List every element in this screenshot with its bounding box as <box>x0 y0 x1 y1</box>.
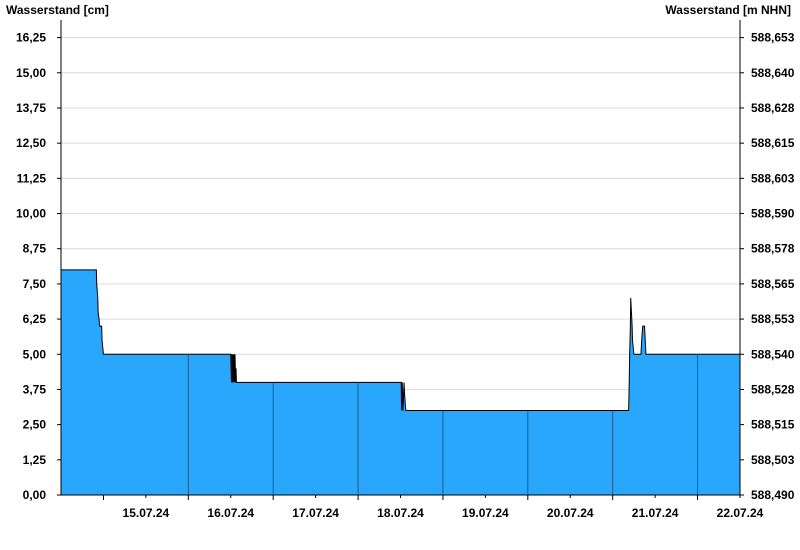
right-tick-label: 588,590 <box>751 207 795 221</box>
left-axis-title: Wasserstand [cm] <box>6 3 109 17</box>
x-tick-label: 20.07.24 <box>547 506 594 520</box>
right-tick-label: 588,528 <box>751 382 795 396</box>
left-tick-label: 7,50 <box>23 277 47 291</box>
x-tick-label: 16.07.24 <box>207 506 254 520</box>
right-y-ticks: 588,490 588,503 588,515 588,528 588,540 588,5… <box>740 31 795 502</box>
water-level-chart: 0,00 1,25 2,50 3,75 5,00 6,25 7,50 8,75 10,00 11,… <box>6 3 795 520</box>
right-tick-label: 588,653 <box>751 31 795 45</box>
x-tick-label: 21.07.24 <box>632 506 679 520</box>
right-tick-label: 588,490 <box>751 488 795 502</box>
right-tick-label: 588,640 <box>751 66 795 80</box>
x-tick-label: 17.07.24 <box>292 506 339 520</box>
x-tick-label: 19.07.24 <box>462 506 509 520</box>
x-ticks: 15.07.24 16.07.24 17.07.24 18.07.24 19.07.24… <box>102 495 764 520</box>
right-tick-label: 588,603 <box>751 171 795 185</box>
right-tick-label: 588,540 <box>751 347 795 361</box>
right-tick-label: 588,515 <box>751 418 795 432</box>
right-tick-label: 588,565 <box>751 277 795 291</box>
left-tick-label: 16,25 <box>16 31 46 45</box>
water-level-series <box>61 269 740 495</box>
left-tick-label: 5,00 <box>23 347 47 361</box>
right-axis-title: Wasserstand [m NHN] <box>665 3 791 17</box>
left-tick-label: 15,00 <box>16 66 46 80</box>
left-tick-label: 1,25 <box>23 453 47 467</box>
right-tick-label: 588,553 <box>751 312 795 326</box>
left-tick-label: 6,25 <box>23 312 47 326</box>
left-tick-label: 3,75 <box>23 382 47 396</box>
left-tick-label: 10,00 <box>16 207 46 221</box>
right-tick-label: 588,615 <box>751 136 795 150</box>
right-tick-label: 588,578 <box>751 242 795 256</box>
x-tick-label: 22.07.24 <box>717 506 764 520</box>
right-tick-label: 588,503 <box>751 453 795 467</box>
left-tick-label: 11,25 <box>17 171 47 185</box>
x-tick-label: 18.07.24 <box>377 506 424 520</box>
right-tick-label: 588,628 <box>751 101 795 115</box>
left-y-ticks: 0,00 1,25 2,50 3,75 5,00 6,25 7,50 8,75 10,00 11,… <box>16 31 61 502</box>
left-tick-label: 12,50 <box>16 136 46 150</box>
x-tick-label: 15.07.24 <box>123 506 170 520</box>
left-tick-label: 2,50 <box>23 418 47 432</box>
left-tick-label: 0,00 <box>23 488 47 502</box>
left-tick-label: 13,75 <box>16 101 46 115</box>
left-tick-label: 8,75 <box>23 242 47 256</box>
